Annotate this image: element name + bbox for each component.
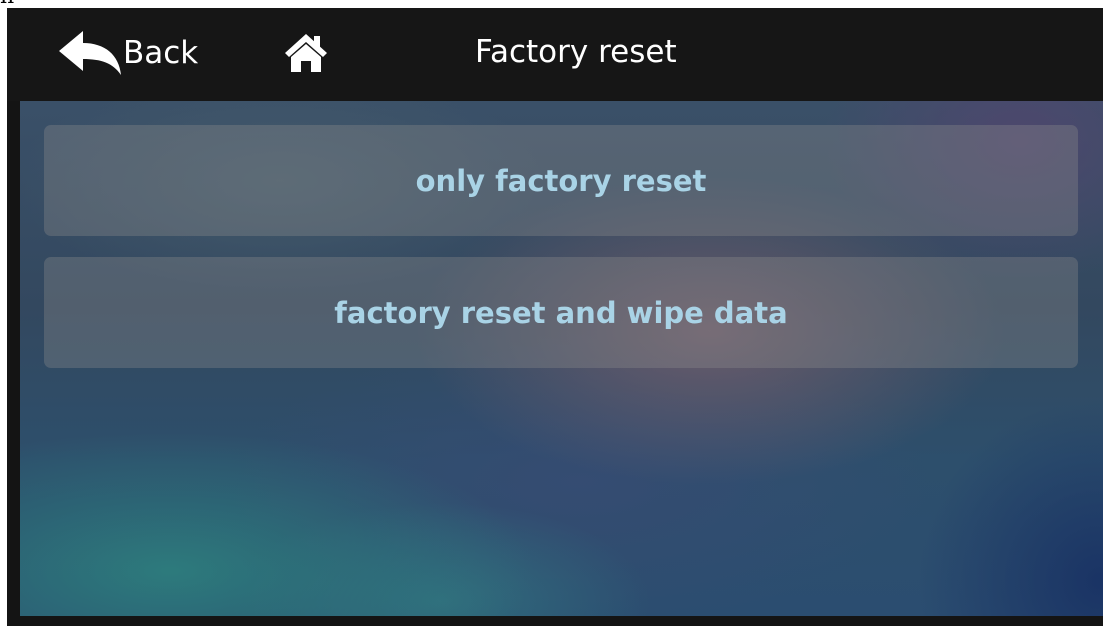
back-arrow-icon xyxy=(59,31,121,75)
content-area: only factory reset factory reset and wip… xyxy=(20,101,1103,616)
back-label: Back xyxy=(123,35,199,71)
back-button[interactable]: Back xyxy=(57,24,198,82)
caption-strip: n xyxy=(0,0,1110,8)
home-icon xyxy=(285,34,327,72)
bottom-bezel xyxy=(7,616,1103,626)
caption-text: n xyxy=(0,0,14,8)
option-label: factory reset and wipe data xyxy=(334,295,788,330)
factory-reset-wipe-data-button[interactable]: factory reset and wipe data xyxy=(44,257,1078,368)
option-label: only factory reset xyxy=(415,163,707,198)
only-factory-reset-button[interactable]: only factory reset xyxy=(44,125,1078,236)
page-title: Factory reset xyxy=(475,34,677,70)
top-bar: Back Factory reset xyxy=(7,8,1103,101)
home-button[interactable] xyxy=(283,30,331,76)
device-screen: Back Factory reset only factory reset fa… xyxy=(7,8,1103,626)
